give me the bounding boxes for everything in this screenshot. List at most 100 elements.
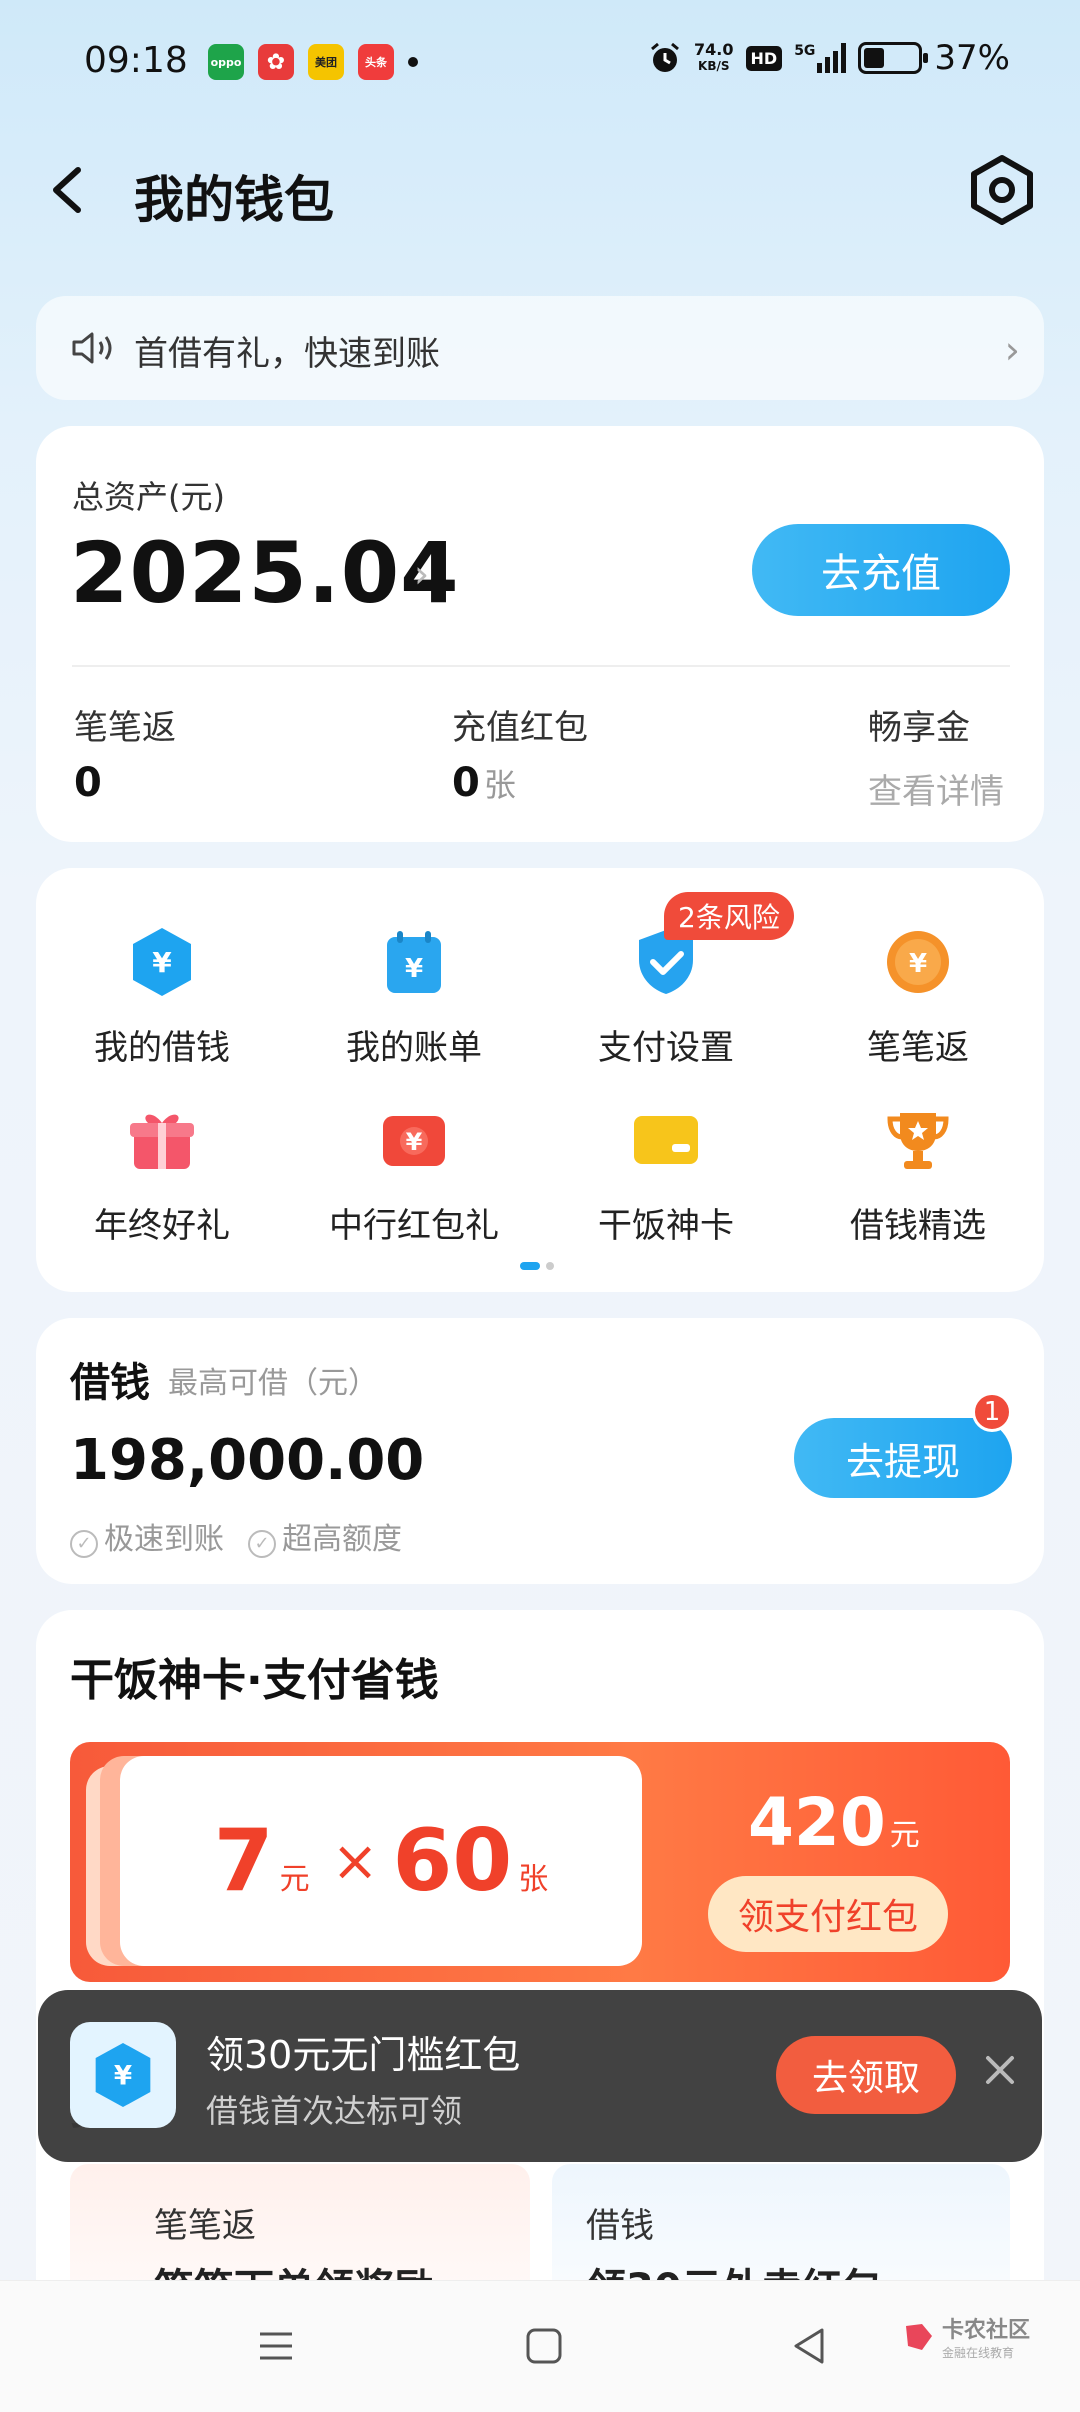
grid-item-label: 支付设置 <box>598 1028 734 1068</box>
loan-title: 借钱 <box>70 1360 150 1406</box>
settings-button[interactable] <box>964 152 1040 228</box>
grid-item-meal-card[interactable]: 干饭神卡 <box>540 1100 792 1247</box>
grid-item-label: 我的账单 <box>346 1028 482 1068</box>
page-dot-active <box>520 1262 540 1270</box>
grid-item-cashback[interactable]: ¥ 笔笔返 <box>792 922 1044 1069</box>
status-app-icons: oppo ✿ 美团 头条 <box>208 44 418 80</box>
battery-fill <box>864 48 884 68</box>
risk-badge[interactable]: 2条风险 <box>664 892 794 940</box>
trophy-icon <box>878 1100 958 1180</box>
chevron-left-icon <box>53 167 81 213</box>
watermark-name: 卡农社区 <box>942 2318 1031 2343</box>
loan-tags: ✓ 极速到账 ✓ 超高额度 <box>70 1514 402 1558</box>
back-button[interactable] <box>40 150 100 230</box>
loan-tag: ✓ 极速到账 <box>70 1514 224 1558</box>
claim-redpacket-button[interactable]: 领支付红包 <box>708 1876 948 1952</box>
ticket-amount: 7 <box>213 1811 274 1911</box>
check-circle-icon: ✓ <box>70 1529 98 1558</box>
page-indicator <box>520 1262 554 1270</box>
grid-item-label: 借钱精选 <box>850 1206 986 1246</box>
loan-subtitle: 最高可借（元） <box>168 1366 378 1401</box>
status-time: 09:18 <box>84 40 188 81</box>
ticket-times: × <box>331 1828 379 1894</box>
battery-icon <box>858 42 929 74</box>
grid-item-payment-settings[interactable]: 支付设置 <box>540 922 792 1069</box>
loan-tag: ✓ 超高额度 <box>248 1514 402 1558</box>
grid-item-label: 笔笔返 <box>867 1028 969 1068</box>
stat-redpacket-number: 0 <box>452 760 480 806</box>
network-type: 5G <box>794 43 816 59</box>
close-icon[interactable] <box>980 2050 1020 2090</box>
chevron-right-icon[interactable]: › <box>414 552 429 596</box>
stat-redpacket-value[interactable]: 0张 <box>452 760 516 806</box>
grid-item-label: 干饭神卡 <box>598 1206 734 1246</box>
recommend-card-label: 笔笔返 <box>154 2206 256 2246</box>
loan-tag-text: 超高额度 <box>282 1522 402 1557</box>
total-assets-value[interactable]: 2025.04 <box>70 524 460 622</box>
hd-badge: HD <box>745 45 783 71</box>
loan-tag-text: 极速到账 <box>104 1522 224 1557</box>
signal-icon: 5G <box>794 43 847 73</box>
total-assets-label: 总资产(元) <box>72 478 225 516</box>
notice-text: 首借有礼，快速到账 <box>134 334 440 374</box>
grid-item-year-end-gift[interactable]: 年终好礼 <box>36 1100 288 1247</box>
grid-item-label: 年终好礼 <box>94 1206 230 1246</box>
check-circle-icon: ✓ <box>248 1529 276 1558</box>
divider <box>72 665 1010 667</box>
notification-dot <box>408 57 418 67</box>
stat-cashback-label[interactable]: 笔笔返 <box>74 700 176 749</box>
meal-ticket: 7 元 × 60 张 <box>120 1756 642 1966</box>
ticket-amount-unit: 元 <box>279 1862 310 1897</box>
home-nav-button[interactable] <box>520 2322 568 2370</box>
speaker-icon <box>72 332 112 364</box>
calendar-yen-icon: ¥ <box>374 922 454 1002</box>
loan-amount: 198,000.00 <box>70 1428 425 1493</box>
grid-item-loan-picks[interactable]: 借钱精选 <box>792 1100 1044 1247</box>
page-title: 我的钱包 <box>134 171 334 229</box>
withdraw-button[interactable]: 去提现 <box>794 1418 1012 1498</box>
stat-enjoy-label[interactable]: 畅享金 <box>868 700 970 749</box>
hexagon-yen-icon: ¥ <box>70 2022 176 2128</box>
settings-hex-icon <box>971 155 1033 225</box>
ticket-count-unit: 张 <box>518 1862 549 1897</box>
toast-subtitle: 借钱首次达标可领 <box>206 2092 463 2130</box>
toutiao-app-icon: 头条 <box>358 44 394 80</box>
stat-enjoy-link[interactable]: 查看详情 <box>868 764 1004 813</box>
toast-title: 领30元无门槛红包 <box>206 2033 521 2077</box>
meal-card-title: 干饭神卡·支付省钱 <box>70 1655 439 1706</box>
watermark-sub: 金融在线教育 <box>942 2346 1015 2360</box>
withdraw-badge: 1 <box>972 1392 1012 1432</box>
grid-item-boc-redpacket[interactable]: ¥ 中行红包礼 <box>288 1100 540 1247</box>
stat-cashback-value[interactable]: 0 <box>74 760 102 806</box>
grid-item-label: 中行红包礼 <box>329 1206 499 1246</box>
net-speed-value: 74.0 <box>694 40 734 59</box>
grid-item-my-loan[interactable]: ¥ 我的借钱 <box>36 922 288 1069</box>
watermark: 卡农社区 金融在线教育 <box>902 2312 1030 2361</box>
stat-cashback-number: 0 <box>74 760 102 806</box>
meituan-app-icon: 美团 <box>308 44 344 80</box>
svg-text:¥: ¥ <box>405 954 423 984</box>
back-nav-button[interactable] <box>786 2322 834 2370</box>
toast-claim-button[interactable]: 去领取 <box>776 2036 956 2114</box>
recharge-button[interactable]: 去充值 <box>752 524 1010 616</box>
square-icon <box>526 2328 562 2364</box>
recommend-card-label: 借钱 <box>586 2206 654 2246</box>
svg-text:¥: ¥ <box>152 946 172 979</box>
svg-text:¥: ¥ <box>406 1128 423 1156</box>
coin-yen-icon: ¥ <box>878 922 958 1002</box>
meal-total: 420 元 <box>748 1784 920 1861</box>
red-envelope-icon: ¥ <box>374 1100 454 1180</box>
menu-nav-button[interactable] <box>252 2322 300 2370</box>
card-icon <box>626 1100 706 1180</box>
grid-item-my-bill[interactable]: ¥ 我的账单 <box>288 922 540 1069</box>
battery-percent: 37% <box>934 38 1010 78</box>
gift-icon <box>122 1100 202 1180</box>
chevron-right-icon: › <box>1004 328 1020 372</box>
net-speed: 74.0 KB/S <box>694 42 733 74</box>
stat-redpacket-label[interactable]: 充值红包 <box>452 700 588 749</box>
grid-item-label: 我的借钱 <box>94 1028 230 1068</box>
net-speed-unit: KB/S <box>698 59 730 73</box>
status-bar: 09:18 oppo ✿ 美团 头条 74.0 KB/S HD 5G 37% <box>0 0 1080 120</box>
svg-text:¥: ¥ <box>114 2060 133 2091</box>
menu-icon <box>260 2332 292 2360</box>
